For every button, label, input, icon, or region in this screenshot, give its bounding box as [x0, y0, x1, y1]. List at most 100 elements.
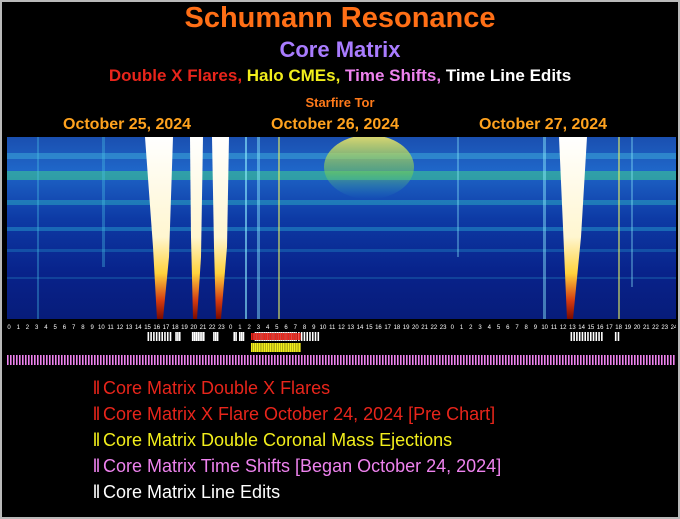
time-shift-marker: [436, 355, 438, 365]
time-shift-marker: [133, 355, 135, 365]
time-shift-marker: [520, 355, 522, 365]
time-shift-marker: [136, 355, 138, 365]
key-marker: ll: [93, 378, 100, 398]
time-shift-marker: [547, 355, 549, 365]
cme-marker: [295, 343, 297, 352]
time-shift-marker: [529, 355, 531, 365]
x-flare-marker: [250, 333, 253, 340]
time-shift-marker: [442, 355, 444, 365]
time-shift-marker: [484, 355, 486, 365]
time-shift-marker: [190, 355, 192, 365]
time-shift-marker: [220, 355, 222, 365]
time-shift-marker: [340, 355, 342, 365]
time-shift-marker: [382, 355, 384, 365]
time-shift-marker: [250, 355, 252, 365]
line-edit-marker: [617, 332, 620, 341]
line-edit-marker: [166, 332, 169, 341]
line-edit-marker: [213, 332, 215, 341]
time-shift-marker: [634, 355, 636, 365]
cme-marker: [276, 343, 279, 352]
time-shift-marker: [208, 355, 210, 365]
cme-marker: [271, 343, 273, 352]
x-flare-marker: [299, 333, 301, 340]
time-shift-marker: [622, 355, 624, 365]
time-shift-marker: [475, 355, 477, 365]
time-shift-marker: [43, 355, 45, 365]
time-shift-marker: [556, 355, 558, 365]
line-edit-marker: [573, 332, 575, 341]
cme-marker: [297, 343, 299, 352]
time-shift-marker: [544, 355, 546, 365]
x-flare-marker: [252, 333, 255, 340]
line-edit-marker: [153, 332, 155, 341]
time-shift-marker: [292, 355, 294, 365]
time-shift-marker: [334, 355, 336, 365]
x-flare-marker: [289, 333, 292, 340]
time-shift-marker: [76, 355, 78, 365]
time-shift-marker: [34, 355, 36, 365]
line-edit-marker: [576, 332, 578, 341]
cme-marker: [256, 343, 259, 352]
time-shift-marker: [262, 355, 264, 365]
time-shift-marker: [235, 355, 237, 365]
time-shift-marker: [31, 355, 33, 365]
time-shift-marker: [355, 355, 357, 365]
time-shift-marker: [319, 355, 321, 365]
time-shift-marker: [325, 355, 327, 365]
time-shift-marker: [277, 355, 279, 365]
time-shift-marker: [439, 355, 441, 365]
time-shift-marker: [241, 355, 243, 365]
time-shift-marker: [244, 355, 246, 365]
time-shift-marker: [619, 355, 621, 365]
line-edit-marker: [314, 332, 317, 341]
line-edit-marker: [195, 332, 198, 341]
cme-marker: [293, 343, 296, 352]
x-flare-marker: [254, 333, 257, 340]
time-shift-marker: [466, 355, 468, 365]
cme-marker: [273, 343, 275, 352]
time-shift-marker: [46, 355, 48, 365]
time-shift-marker: [640, 355, 642, 365]
time-shift-marker: [49, 355, 51, 365]
cme-marker: [275, 343, 277, 352]
time-shift-marker: [28, 355, 30, 365]
line-edit-marker: [161, 332, 163, 341]
cme-marker: [289, 343, 292, 352]
time-shift-marker: [139, 355, 141, 365]
time-shift-marker: [409, 355, 411, 365]
line-edit-marker: [175, 332, 177, 341]
time-shift-marker: [64, 355, 66, 365]
time-shift-marker: [7, 355, 9, 365]
time-shift-marker: [472, 355, 474, 365]
time-shift-marker: [310, 355, 312, 365]
line-edit-marker: [587, 332, 589, 341]
line-edit-marker: [177, 332, 179, 341]
time-shift-marker: [478, 355, 480, 365]
line-edit-marker: [570, 332, 573, 341]
time-shift-marker: [610, 355, 612, 365]
time-shift-marker: [256, 355, 258, 365]
time-shift-marker: [379, 355, 381, 365]
time-shift-marker: [37, 355, 39, 365]
time-shift-marker: [628, 355, 630, 365]
time-shift-marker: [598, 355, 600, 365]
line-edit-marker: [311, 332, 314, 341]
time-shift-marker: [373, 355, 375, 365]
time-shift-marker: [307, 355, 309, 365]
spectrogram-image: [7, 137, 676, 319]
time-shift-marker: [664, 355, 666, 365]
cme-marker: [263, 343, 266, 352]
time-shift-marker: [274, 355, 276, 365]
time-shift-marker: [589, 355, 591, 365]
time-shift-marker: [403, 355, 405, 365]
time-shift-marker: [94, 355, 96, 365]
time-shift-marker: [517, 355, 519, 365]
line-edit-marker: [191, 332, 194, 341]
time-shift-marker: [181, 355, 183, 365]
x-flare-marker: [286, 333, 288, 340]
line-edit-marker: [197, 332, 200, 341]
cme-marker: [287, 343, 290, 352]
time-shift-marker: [448, 355, 450, 365]
key-item-line-edits: ll Core Matrix Line Edits: [93, 482, 280, 503]
line-edit-marker: [169, 332, 172, 341]
